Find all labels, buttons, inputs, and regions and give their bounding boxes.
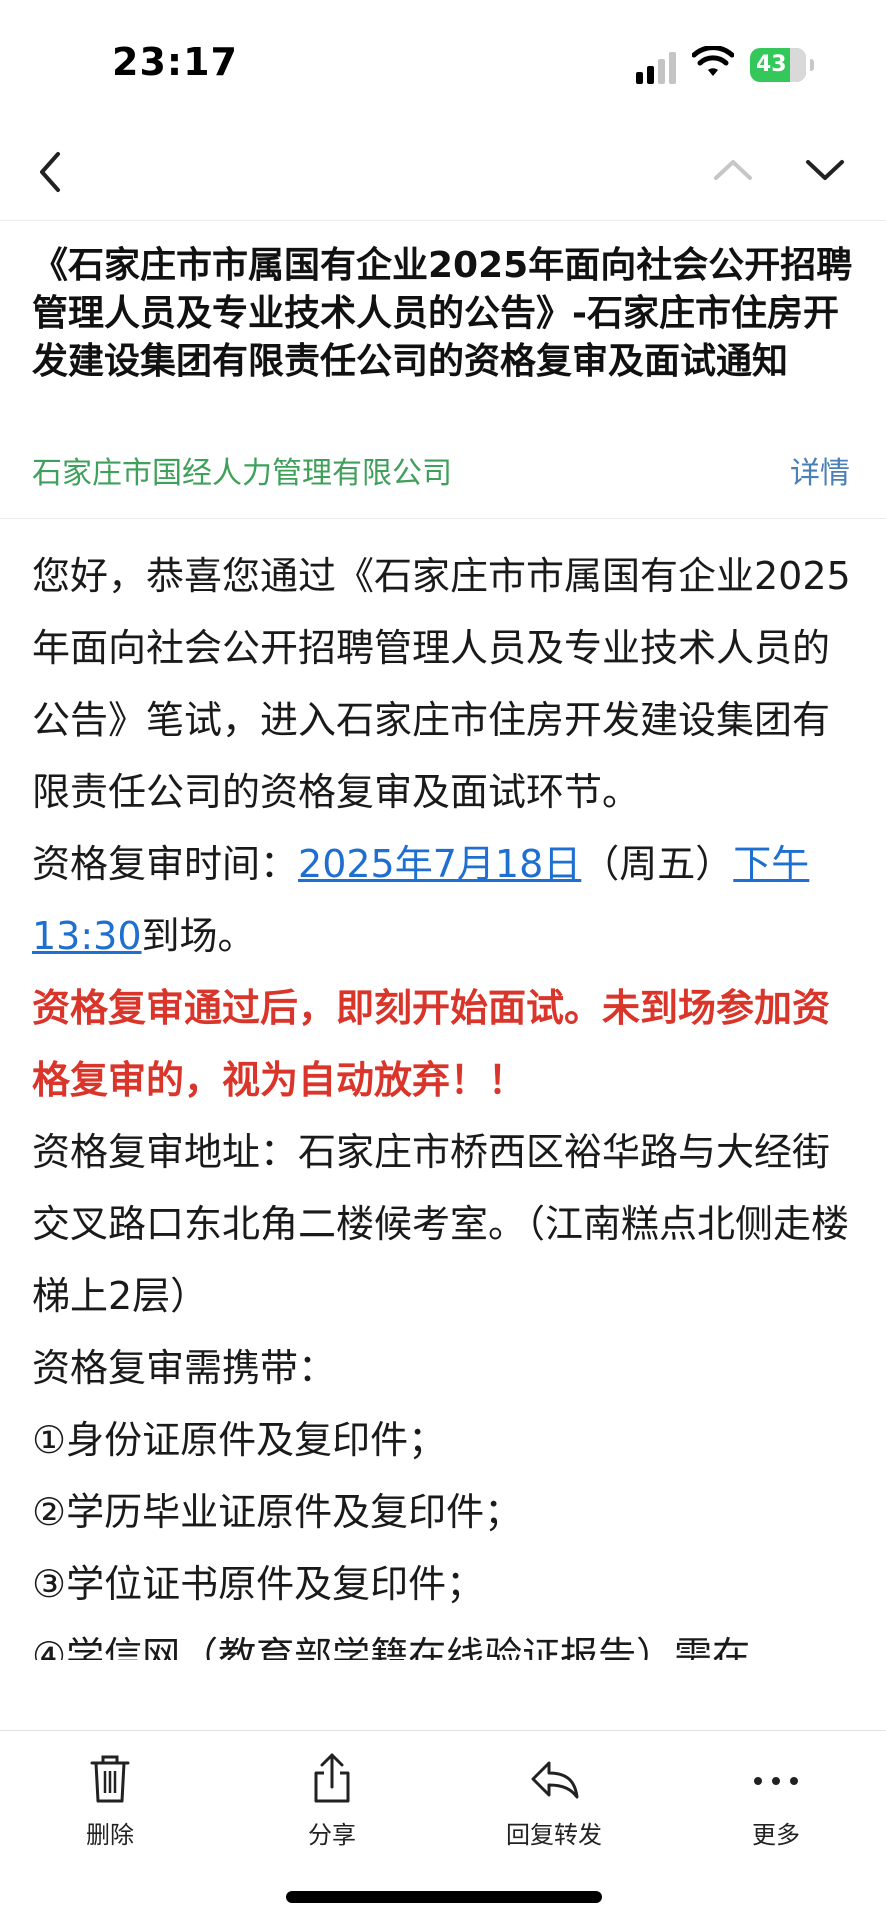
battery-percent: 43 (756, 52, 787, 77)
trash-icon (90, 1755, 130, 1803)
wifi-icon (692, 46, 734, 76)
previous-icon[interactable] (710, 150, 756, 190)
time-weekday: （周五） (581, 842, 734, 886)
share-button[interactable]: 分享 (252, 1751, 412, 1850)
detail-link[interactable]: 详情 (790, 454, 850, 494)
body-address: 资格复审地址：石家庄市桥西区裕华路与大经街交叉路口东北角二楼候考室。（江南糕点北… (32, 1130, 850, 1318)
body-time: 资格复审时间：2025年7月18日（周五）下午13:30到场。 (32, 828, 854, 972)
reply-forward-button[interactable]: 回复转发 (474, 1751, 634, 1850)
list-item: ①身份证原件及复印件； (32, 1418, 447, 1462)
nav-bar (0, 120, 886, 221)
delete-button[interactable]: 删除 (30, 1751, 190, 1850)
list-item: ④学信网（教育部学籍在线验证报告）需在 (32, 1634, 751, 1660)
time-suffix: 到场。 (141, 914, 256, 958)
next-icon[interactable] (802, 150, 848, 190)
list-item: ③学位证书原件及复印件； (32, 1562, 485, 1606)
share-icon (314, 1753, 350, 1803)
mail-body: 您好，恭喜您通过《石家庄市市属国有企业2025年面向社会公开招聘管理人员及专业技… (32, 540, 854, 1660)
signal-icon (636, 50, 680, 84)
status-time: 23:17 (112, 40, 238, 84)
body-warning: 资格复审通过后，即刻开始面试。未到场参加资格复审的，视为自动放弃！！ (32, 986, 831, 1102)
more-icon (754, 1777, 798, 1785)
mail-subject: 《石家庄市市属国有企业2025年面向社会公开招聘管理人员及专业技术人员的公告》-… (32, 245, 853, 382)
bottom-toolbar: 删除 分享 回复转发 更多 (0, 1730, 886, 1920)
mail-header: 《石家庄市市属国有企业2025年面向社会公开招聘管理人员及专业技术人员的公告》-… (0, 222, 886, 519)
more-button[interactable]: 更多 (696, 1751, 856, 1850)
time-label: 资格复审时间： (32, 842, 299, 886)
mail-sender[interactable]: 石家庄市国经人力管理有限公司 (32, 454, 452, 494)
date-link[interactable]: 2025年7月18日 (298, 842, 581, 886)
body-intro: 您好，恭喜您通过《石家庄市市属国有企业2025年面向社会公开招聘管理人员及专业技… (32, 554, 851, 814)
delete-label: 删除 (86, 1821, 134, 1849)
home-indicator[interactable] (286, 1891, 602, 1903)
body-bring-label: 资格复审需携带： (32, 1346, 337, 1390)
reply-forward-label: 回复转发 (506, 1821, 602, 1849)
status-bar: 23:17 43 (0, 0, 886, 120)
battery-empty-segment (790, 48, 806, 82)
share-label: 分享 (308, 1821, 356, 1849)
back-icon[interactable] (30, 148, 70, 196)
mail-detail-screen: 23:17 43 《石家庄市市属国有企业2025年面向社会公开招聘管理人员及专业… (0, 0, 886, 1920)
more-label: 更多 (752, 1821, 800, 1849)
list-item: ②学历毕业证原件及复印件； (32, 1490, 523, 1534)
battery-icon: 43 (750, 48, 806, 82)
reply-icon (531, 1761, 579, 1799)
battery-cap (810, 59, 814, 71)
